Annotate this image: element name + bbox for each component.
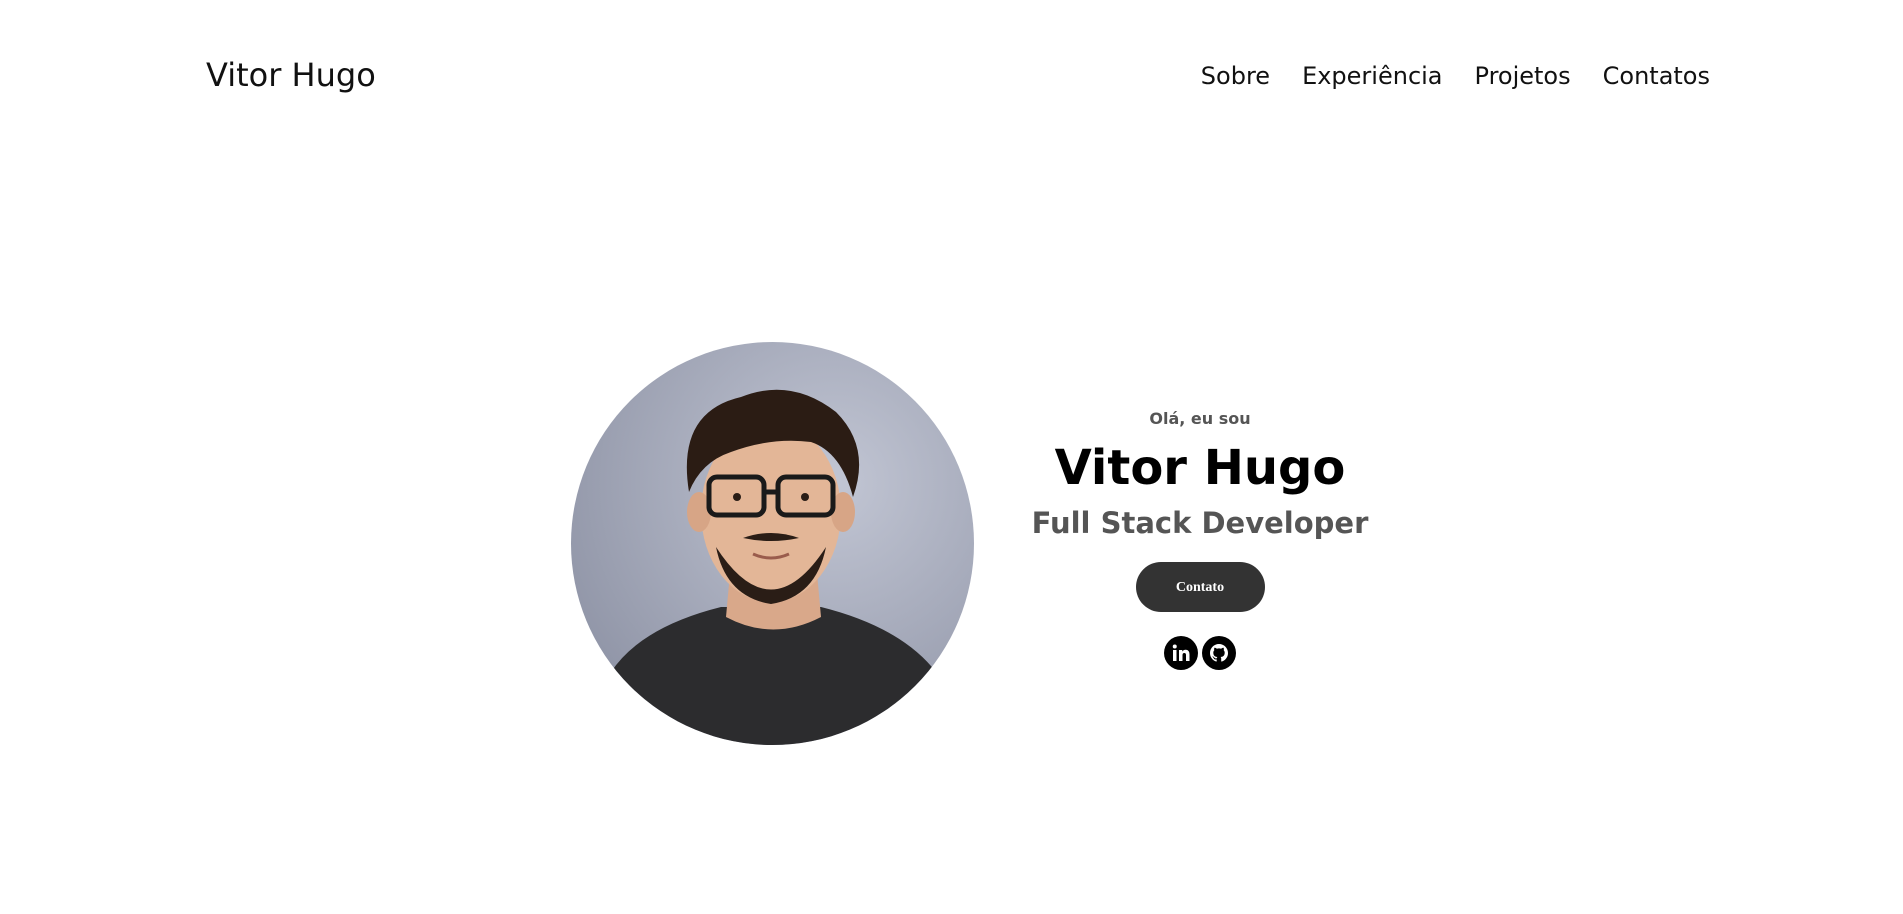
- github-icon[interactable]: [1202, 636, 1236, 670]
- nav-item: Sobre: [1201, 62, 1270, 90]
- nav-link-projetos[interactable]: Projetos: [1475, 62, 1571, 90]
- nav-item: Experiência: [1302, 62, 1442, 90]
- greeting-text: Olá, eu sou: [1149, 409, 1251, 428]
- profile-photo: [571, 342, 974, 745]
- linkedin-icon[interactable]: [1164, 636, 1198, 670]
- nav-link-experiencia[interactable]: Experiência: [1302, 62, 1442, 90]
- navbar: Vitor Hugo Sobre Experiência Projetos Co…: [0, 0, 1903, 155]
- social-links: [1000, 636, 1400, 670]
- profile-portrait: [571, 342, 974, 745]
- hero-name: Vitor Hugo: [1054, 440, 1346, 496]
- nav-link-contatos[interactable]: Contatos: [1603, 62, 1710, 90]
- nav-link-sobre[interactable]: Sobre: [1201, 62, 1270, 90]
- site-logo[interactable]: Vitor Hugo: [206, 56, 376, 94]
- hero-text: Olá, eu sou Vitor Hugo Full Stack Develo…: [1000, 408, 1400, 670]
- nav-item: Projetos: [1475, 62, 1571, 90]
- nav-item: Contatos: [1603, 62, 1710, 90]
- contact-button[interactable]: Contato: [1135, 562, 1265, 612]
- nav-links: Sobre Experiência Projetos Contatos: [1201, 62, 1710, 90]
- hero-role: Full Stack Developer: [1031, 506, 1369, 540]
